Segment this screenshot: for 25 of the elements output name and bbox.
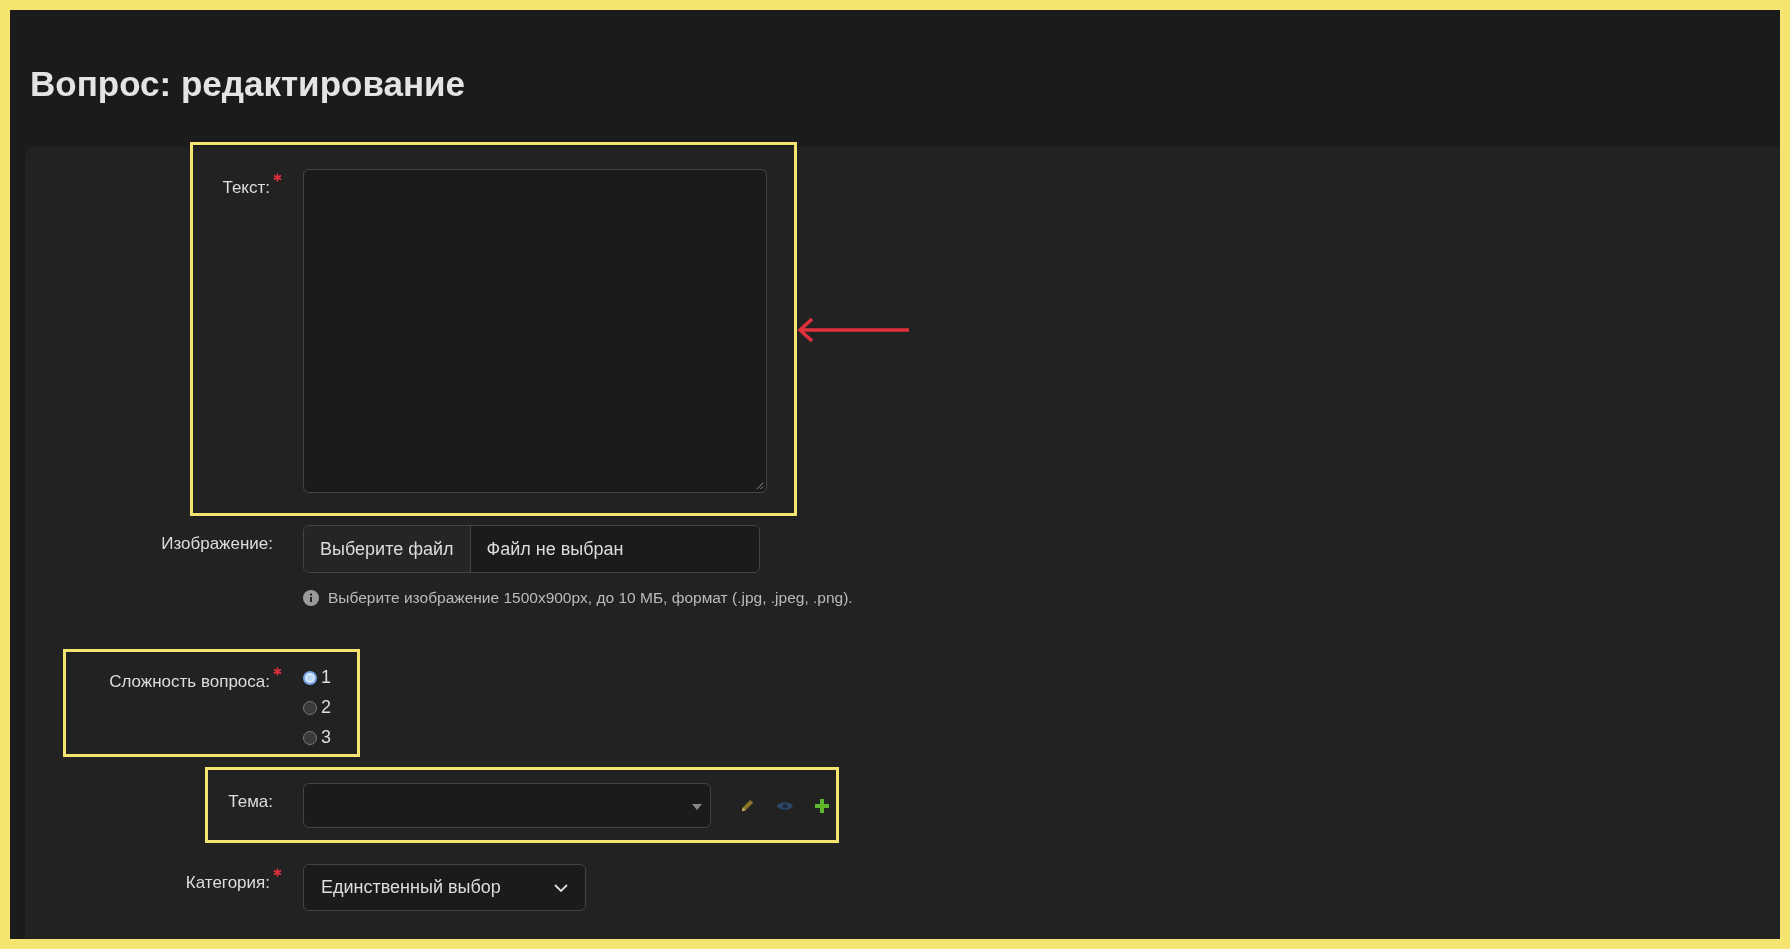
dropdown-arrow-icon (692, 804, 702, 810)
field-label: Сложность вопроса: (109, 672, 270, 692)
file-input[interactable]: Выберите файл Файл не выбран (303, 525, 760, 573)
hint-text: Выберите изображение 1500x900px, до 10 МБ, формат (.jpg, .jpeg, .png). (328, 589, 853, 607)
field-label: Текст: (222, 178, 270, 198)
radio-button[interactable] (303, 670, 317, 685)
radio-button[interactable] (303, 730, 317, 745)
pencil-icon[interactable] (740, 798, 755, 813)
choose-file-button[interactable]: Выберите файл (304, 526, 471, 572)
category-dropdown[interactable]: Единственный выбор (303, 864, 586, 911)
radio-button[interactable] (303, 700, 317, 715)
file-status: Файл не выбран (485, 537, 624, 561)
topic-select[interactable] (303, 783, 711, 828)
radio-label: 1 (321, 667, 331, 688)
chevron-down-icon (554, 883, 568, 892)
page-title: Вопрос: редактирование (30, 63, 466, 104)
radio-label: 3 (321, 727, 331, 748)
info-icon (303, 590, 319, 606)
radio-label: 2 (321, 697, 331, 718)
eye-icon[interactable] (776, 799, 794, 812)
plus-icon[interactable] (815, 798, 829, 813)
field-label: Изображение: (161, 534, 273, 554)
field-label: Тема: (228, 792, 273, 812)
field-label: Категория: (185, 873, 270, 893)
resize-grip-icon[interactable] (755, 481, 764, 490)
